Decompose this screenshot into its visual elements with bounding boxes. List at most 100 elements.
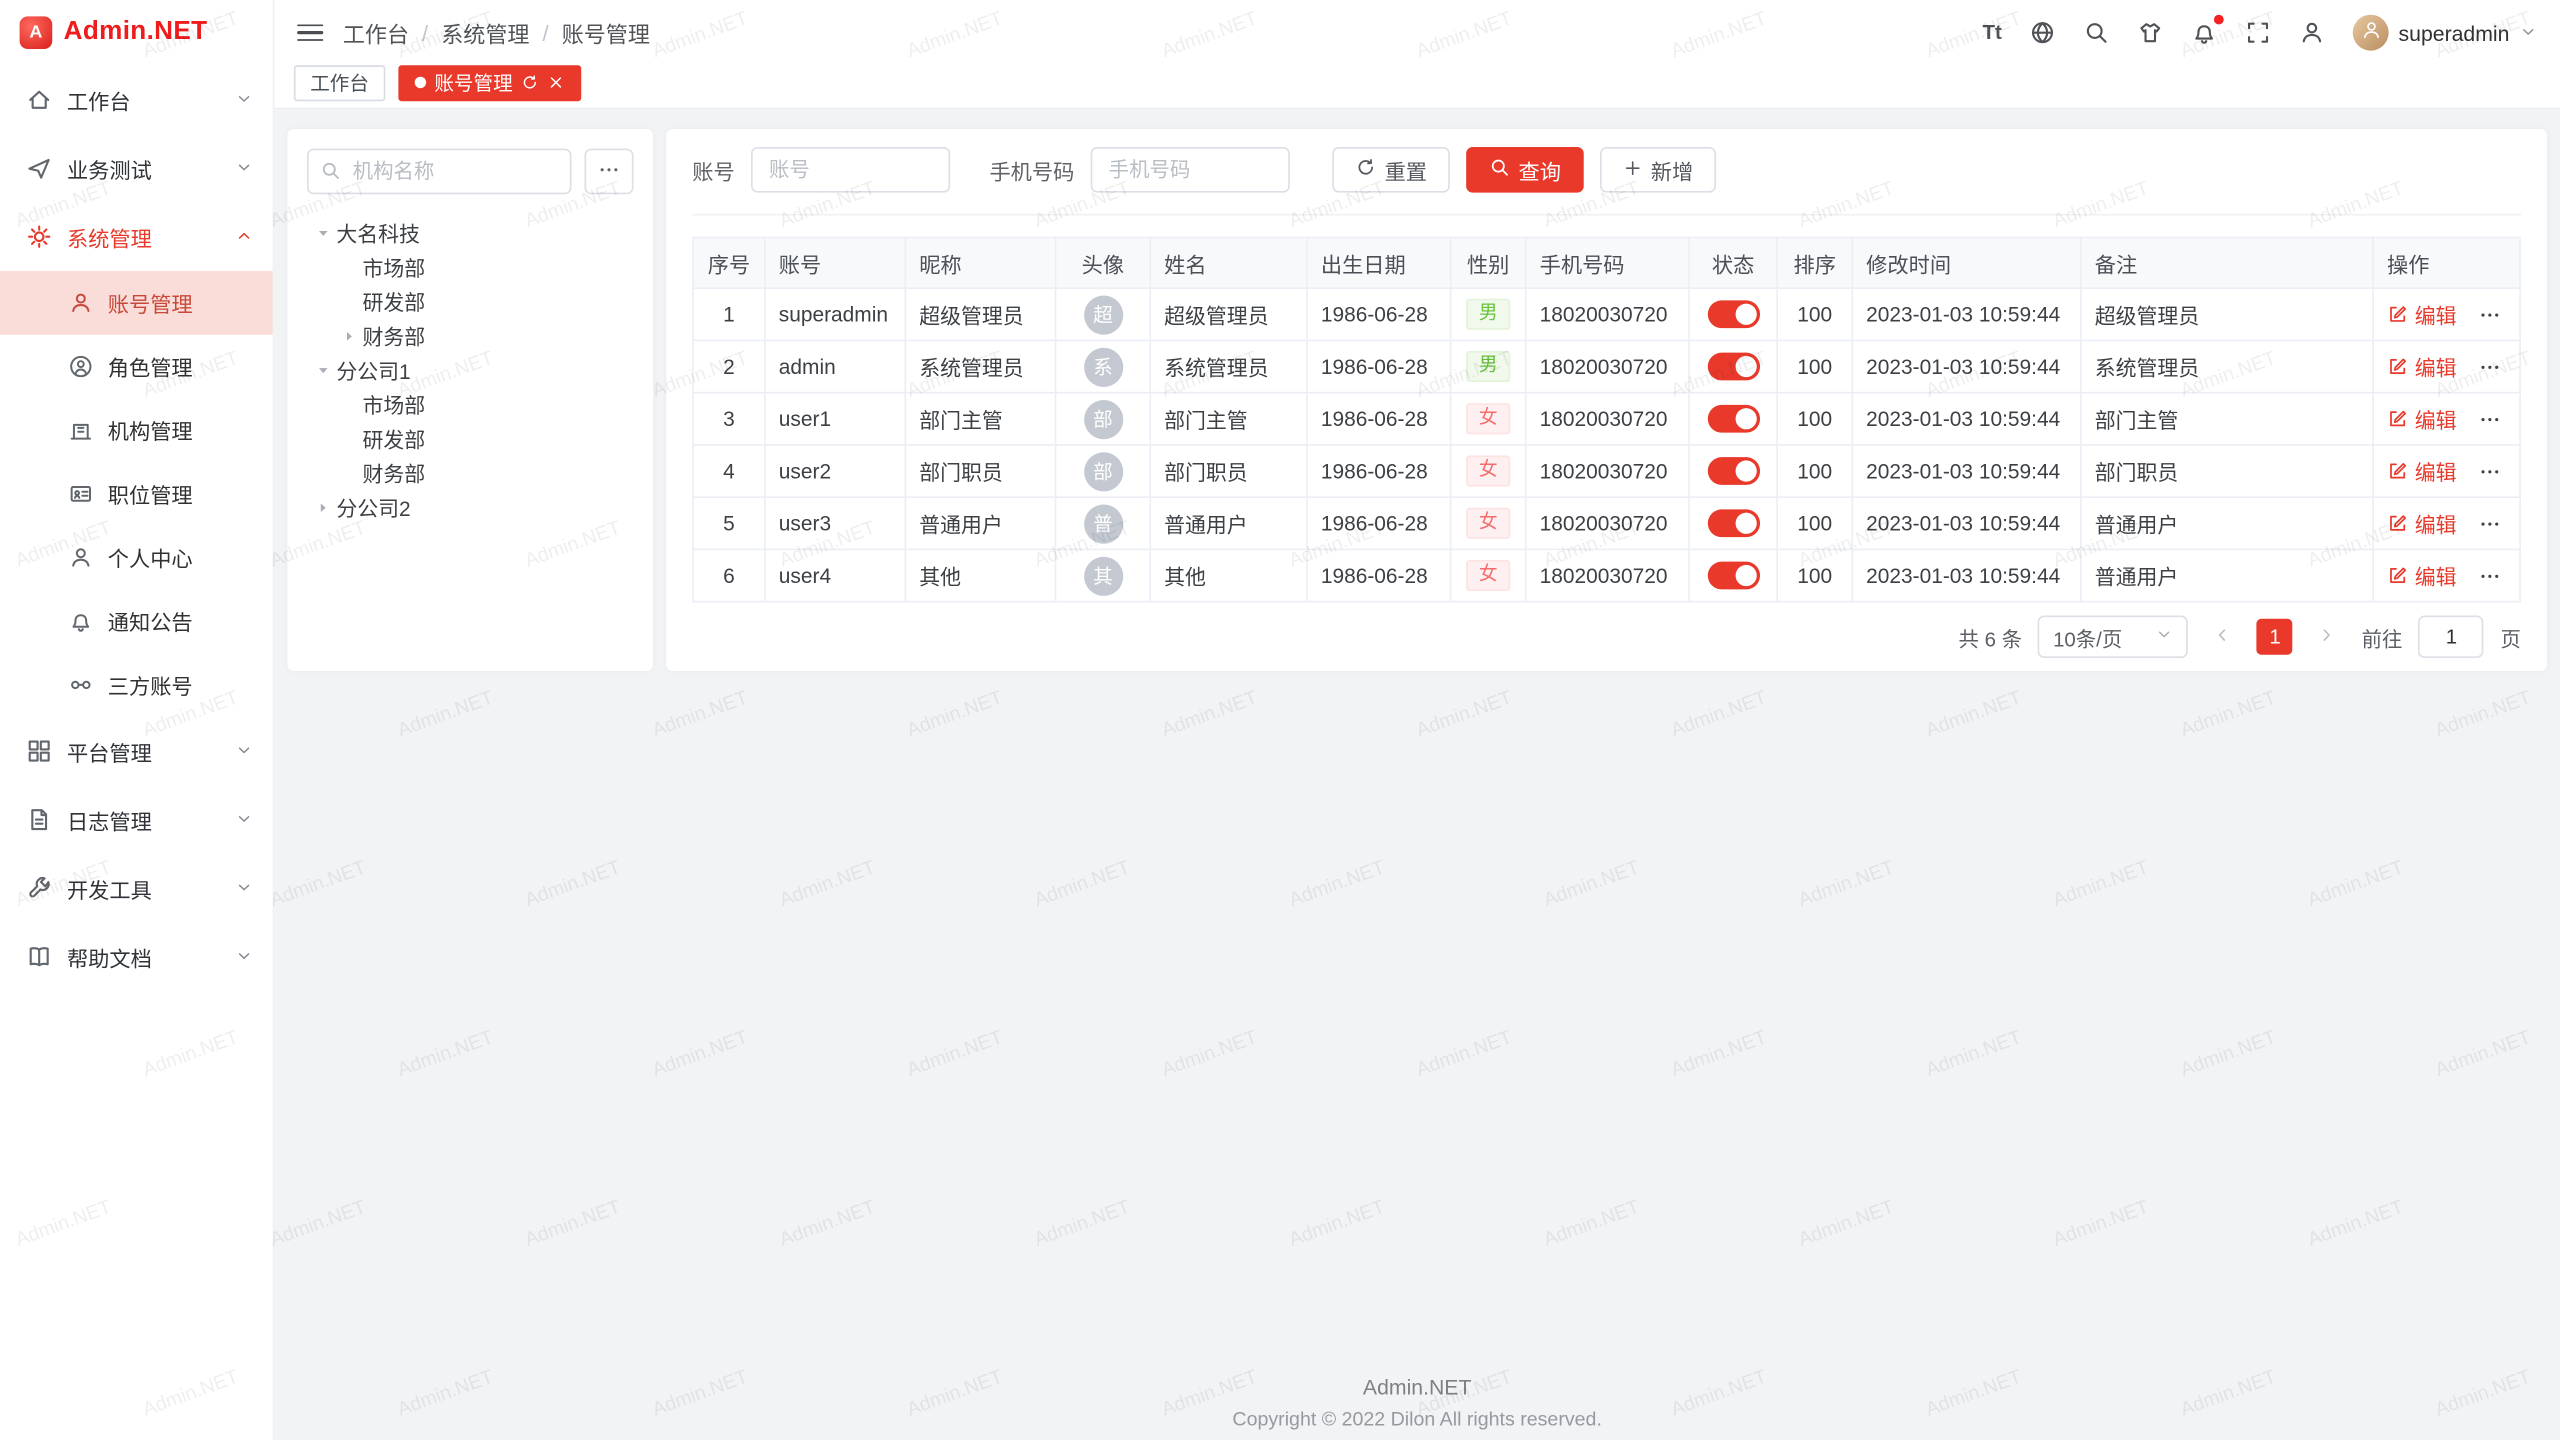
language-icon[interactable]	[2030, 20, 2056, 46]
edit-button[interactable]: 编辑	[2387, 560, 2457, 591]
tree-node[interactable]: 研发部	[307, 284, 634, 318]
org-search-box	[307, 149, 571, 195]
sidebar-item-label: 通知公告	[108, 606, 193, 637]
sidebar-item-label: 系统管理	[67, 221, 152, 252]
edit-button[interactable]: 编辑	[2387, 351, 2457, 382]
notification-icon[interactable]	[2191, 20, 2217, 46]
cell-account: user3	[765, 497, 905, 549]
cell-birthdate: 1986-06-28	[1307, 445, 1451, 497]
phone-query-input[interactable]	[1091, 147, 1290, 193]
sidebar-item-system-management[interactable]: 系统管理	[0, 202, 273, 271]
row-more-button[interactable]	[2478, 355, 2501, 378]
cell-status	[1689, 393, 1777, 445]
tab-workbench[interactable]: 工作台	[294, 64, 385, 100]
status-toggle[interactable]	[1707, 510, 1759, 538]
goto-page-input[interactable]	[2419, 616, 2484, 658]
row-more-button[interactable]	[2478, 512, 2501, 535]
breadcrumb-item: 账号管理	[562, 16, 650, 49]
tree-node[interactable]: 研发部	[307, 421, 634, 455]
breadcrumb-item[interactable]: 系统管理	[441, 16, 529, 49]
caret-down-icon[interactable]	[310, 223, 336, 243]
status-toggle[interactable]	[1707, 301, 1759, 329]
table-header-row: 序号账号昵称头像姓名出生日期性别手机号码状态排序修改时间备注操作	[693, 238, 2520, 289]
sidebar-item-help-docs[interactable]: 帮助文档	[0, 922, 273, 991]
action-cell: 编辑	[2387, 351, 2506, 382]
cell-gender: 女	[1451, 497, 1526, 549]
cell-remark: 普通用户	[2081, 497, 2373, 549]
tree-node[interactable]: 分公司1	[307, 353, 634, 387]
sidebar-item-position-management[interactable]: 职位管理	[0, 462, 273, 526]
sidebar-item-notice-announcement[interactable]: 通知公告	[0, 589, 273, 653]
tab-close-icon[interactable]	[547, 73, 565, 91]
row-more-button[interactable]	[2478, 460, 2501, 483]
org-search-input[interactable]	[307, 149, 571, 195]
cell-status	[1689, 288, 1777, 340]
header-actions: Tt superadmin	[1983, 15, 2538, 51]
tab-account-management[interactable]: 账号管理	[398, 64, 581, 100]
tree-node[interactable]: 分公司2	[307, 490, 634, 524]
tree-node[interactable]: 财务部	[307, 318, 634, 352]
edit-button[interactable]: 编辑	[2387, 508, 2457, 539]
status-toggle[interactable]	[1707, 562, 1759, 590]
row-more-button[interactable]	[2478, 407, 2501, 430]
sidebar-item-org-management[interactable]: 机构管理	[0, 398, 273, 462]
sidebar-item-platform-management[interactable]: 平台管理	[0, 717, 273, 786]
reset-button[interactable]: 重置	[1332, 147, 1450, 193]
theme-icon[interactable]	[2137, 20, 2163, 46]
status-toggle[interactable]	[1707, 405, 1759, 433]
add-button[interactable]: 新增	[1600, 147, 1716, 193]
status-toggle[interactable]	[1707, 457, 1759, 485]
profile-icon[interactable]	[2299, 20, 2325, 46]
edit-button[interactable]: 编辑	[2387, 456, 2457, 487]
next-page-button[interactable]	[2309, 617, 2345, 656]
page-size-select[interactable]: 10条/页	[2038, 616, 2188, 658]
sidebar-item-log-management[interactable]: 日志管理	[0, 785, 273, 854]
tree-node[interactable]: 大名科技	[307, 216, 634, 250]
cell-avatar: 部	[1056, 445, 1151, 497]
org-more-button[interactable]	[585, 149, 634, 195]
tree-node[interactable]: 财务部	[307, 456, 634, 490]
prev-page-button[interactable]	[2205, 617, 2241, 656]
user-menu[interactable]: superadmin	[2353, 15, 2537, 51]
caret-down-icon[interactable]	[310, 360, 336, 380]
grid-icon	[26, 738, 52, 764]
status-toggle[interactable]	[1707, 353, 1759, 381]
tree-node-label: 研发部	[362, 286, 425, 317]
font-size-icon[interactable]: Tt	[1983, 21, 2002, 44]
logo[interactable]: A Admin.NET	[0, 0, 273, 65]
tree-node[interactable]: 市场部	[307, 387, 634, 421]
page-1-button[interactable]: 1	[2257, 619, 2293, 655]
table-row: 5user3普通用户普普通用户1986-06-28女18020030720100…	[693, 497, 2520, 549]
sidebar-item-third-party-account[interactable]: 三方账号	[0, 653, 273, 717]
more-icon	[2478, 512, 2501, 535]
row-more-button[interactable]	[2478, 303, 2501, 326]
sidebar-item-personal-center[interactable]: 个人中心	[0, 526, 273, 590]
search-icon[interactable]	[2083, 20, 2109, 46]
tree-node-label: 市场部	[362, 389, 425, 420]
sidebar-item-role-management[interactable]: 角色管理	[0, 335, 273, 399]
tree-node-label: 分公司1	[336, 354, 410, 385]
caret-right-icon[interactable]	[336, 326, 362, 346]
edit-button[interactable]: 编辑	[2387, 299, 2457, 330]
action-cell: 编辑	[2387, 403, 2506, 434]
tree-node-label: 分公司2	[336, 491, 410, 522]
sidebar-item-dev-tools[interactable]: 开发工具	[0, 854, 273, 923]
tab-refresh-icon[interactable]	[521, 73, 539, 91]
edit-button[interactable]: 编辑	[2387, 403, 2457, 434]
sidebar-menu: 工作台业务测试系统管理账号管理角色管理机构管理职位管理个人中心通知公告三方账号平…	[0, 65, 273, 991]
cell-birthdate: 1986-06-28	[1307, 497, 1451, 549]
content-area: 大名科技市场部研发部财务部分公司1市场部研发部财务部分公司2 账号 手机号码 重…	[274, 109, 2560, 1440]
caret-right-icon[interactable]	[310, 497, 336, 517]
sidebar-item-workbench[interactable]: 工作台	[0, 65, 273, 134]
account-query-input[interactable]	[751, 147, 950, 193]
collapse-menu-button[interactable]	[297, 17, 323, 48]
search-button[interactable]: 查询	[1466, 147, 1584, 193]
chevron-left-icon	[2213, 625, 2233, 649]
cell-index: 5	[693, 497, 765, 549]
breadcrumb-item[interactable]: 工作台	[343, 16, 409, 49]
fullscreen-icon[interactable]	[2245, 20, 2271, 46]
sidebar-item-account-management[interactable]: 账号管理	[0, 271, 273, 335]
tree-node[interactable]: 市场部	[307, 250, 634, 284]
sidebar-item-business-test[interactable]: 业务测试	[0, 134, 273, 203]
row-more-button[interactable]	[2478, 564, 2501, 587]
